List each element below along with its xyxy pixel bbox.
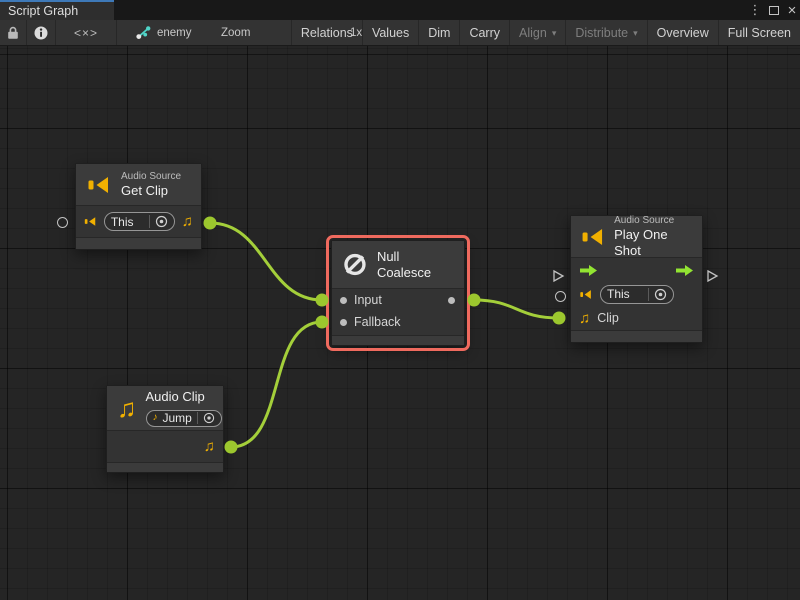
fallback-port[interactable] [340,319,347,326]
node-title: Play One Shot [614,227,692,259]
audio-source-port-icon [579,288,593,301]
result-port[interactable] [448,297,455,304]
code-toggle-icon: <×> [74,26,98,40]
relations-button[interactable]: Relations [291,20,362,45]
toolbar-buttons: Relations Values Dim Carry Align▾ Distri… [291,20,800,45]
tab-script-graph[interactable]: Script Graph [0,0,114,20]
node-title: Null Coalesce [377,249,454,281]
dropdown-arrow-icon: ▾ [633,26,638,39]
exec-input-port[interactable] [552,269,565,283]
node-title: Get Clip [121,183,181,199]
node-category: Audio Source [121,170,181,183]
dropdown-arrow-icon: ▾ [552,26,557,39]
audio-clip-output-icon: ♫ [204,439,215,454]
music-note-icon: ♪ [153,413,158,423]
target-picker-icon[interactable] [648,288,667,301]
zoom-label: Zoom [221,20,250,45]
input-port[interactable] [340,297,347,304]
target-picker-icon[interactable] [149,215,168,228]
play-target-port[interactable] [555,291,566,302]
graph-toolbar: <×> enemy Zoom 1x Relations Values Dim C… [0,20,800,46]
graph-name: enemy [157,27,192,39]
audio-source-port-icon [84,215,97,228]
node-get-clip[interactable]: Audio Source Get Clip This ♫ [75,163,202,250]
node-audio-clip[interactable]: ♫ Audio Clip ♪ Jump ♫ [106,385,224,473]
node-play-one-shot[interactable]: Audio Source Play One Shot This ♫ Clip [570,215,703,343]
fullscreen-button[interactable]: Full Screen [718,20,800,45]
lock-button[interactable] [0,20,26,45]
node-title: Audio Clip [146,389,222,405]
code-preview-button[interactable]: <×> [56,20,116,45]
target-field[interactable]: This [104,212,175,231]
target-field[interactable]: This [600,285,674,304]
align-button[interactable]: Align▾ [509,20,565,45]
graph-icon [136,26,151,39]
audio-clip-output-icon: ♫ [182,214,193,229]
inspect-button[interactable] [27,20,55,45]
exec-input-arrow-icon [579,264,598,277]
audio-clip-icon: ♫ [117,395,137,421]
title-bar: Script Graph ⋮ × [0,0,800,20]
carry-button[interactable]: Carry [459,20,509,45]
node-null-coalesce[interactable]: Null Coalesce Input Fallback [331,240,465,346]
info-icon [34,26,48,40]
null-coalesce-icon [342,251,368,278]
target-picker-icon[interactable] [197,412,215,424]
values-button[interactable]: Values [362,20,418,45]
graph-breadcrumb[interactable]: enemy [136,20,192,45]
exec-output-port[interactable] [706,269,719,283]
lock-icon [7,26,19,40]
overview-button[interactable]: Overview [647,20,718,45]
close-icon[interactable]: × [784,0,800,20]
window-menu-icon[interactable]: ⋮ [748,0,762,20]
clip-value-field[interactable]: ♪ Jump [146,410,222,427]
audio-source-icon [581,225,605,249]
distribute-button[interactable]: Distribute▾ [565,20,646,45]
maximize-icon[interactable] [766,0,782,20]
node-category: Audio Source [614,214,692,227]
exec-output-arrow-icon [675,264,694,277]
dim-button[interactable]: Dim [418,20,459,45]
clip-input-icon: ♫ [579,311,590,326]
audio-source-icon [86,173,112,197]
get-clip-target-port[interactable] [57,217,68,228]
